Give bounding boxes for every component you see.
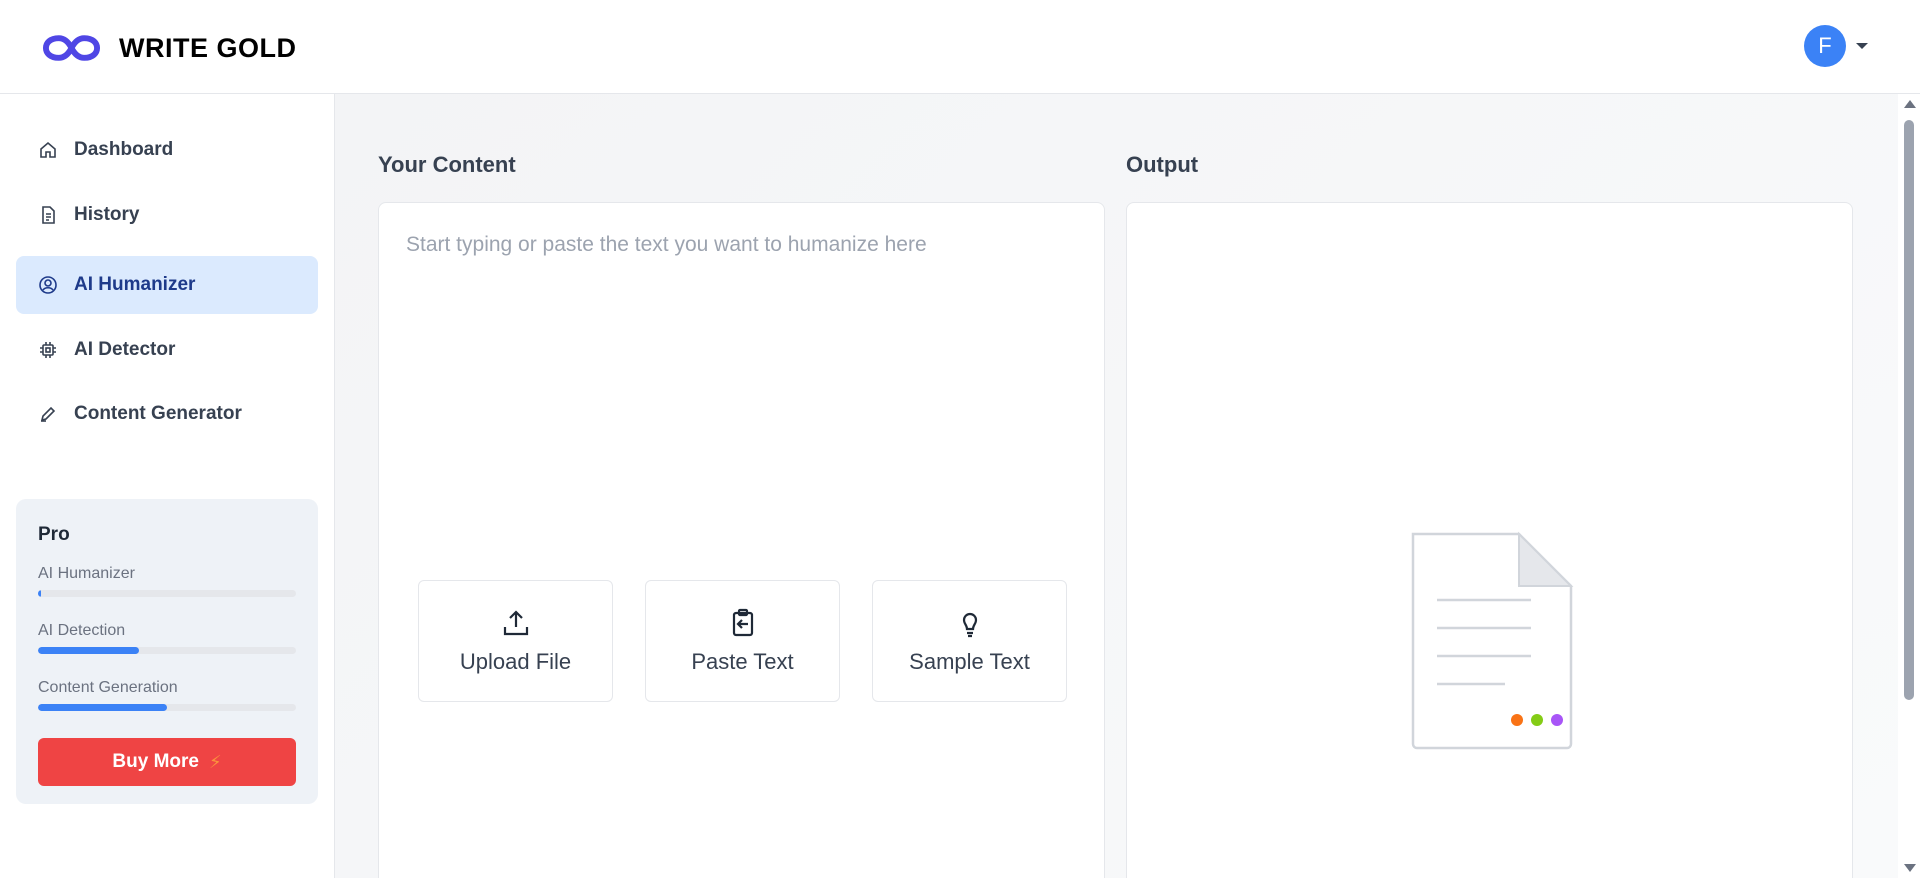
user-menu[interactable]: F [1804,25,1868,67]
lightning-icon: ⚡ [208,751,222,772]
scroll-thumb[interactable] [1904,120,1914,700]
usage-label: AI Humanizer [38,565,135,582]
upload-icon [503,610,528,636]
document-illustration-icon [1411,531,1574,750]
usage-progress-fill [38,590,41,597]
avatar[interactable]: F [1804,25,1846,67]
sidebar-item-content-generator[interactable]: Content Generator [16,385,318,443]
output-panel [1126,202,1853,878]
sidebar-item-label: AI Humanizer [74,274,196,295]
usage-progress-bar [38,590,296,597]
usage-label: AI Detection [38,622,126,639]
content-textarea-placeholder[interactable]: Start typing or paste the text you want … [406,233,927,257]
sidebar-item-history[interactable]: History [16,186,318,244]
scroll-up-icon[interactable] [1904,100,1916,108]
upload-file-button[interactable]: Upload File [418,580,613,702]
usage-progress-bar [38,704,296,711]
main-content: Your Content Output Start typing or past… [335,94,1898,878]
sidebar-item-label: History [74,204,140,225]
usage-label: Content Generation [38,679,178,696]
sidebar-item-label: AI Detector [74,339,176,360]
sidebar-item-dashboard[interactable]: Dashboard [16,121,318,179]
sidebar-item-label: Content Generator [74,403,242,424]
scroll-down-icon[interactable] [1904,864,1916,872]
user-circle-icon [38,275,58,295]
sidebar-item-ai-detector[interactable]: AI Detector [16,321,318,379]
plan-title: Pro [38,524,70,545]
action-label: Upload File [459,649,572,674]
plan-card: Pro AI Humanizer AI Detection Content Ge… [16,499,318,804]
status-dot [1511,714,1523,726]
sample-text-button[interactable]: Sample Text [872,580,1067,702]
action-label: Sample Text [909,649,1030,674]
sidebar-item-label: Dashboard [74,139,174,160]
page-scrollbar[interactable] [1898,94,1920,878]
output-section-title: Output [1126,152,1199,177]
brand-name: WRITE GOLD [119,32,297,63]
status-dot [1551,714,1563,726]
chip-icon [38,340,58,360]
clipboard-icon [732,608,753,637]
sidebar: Dashboard History AI Humanizer AI Detect… [0,94,335,878]
brand-logo[interactable]: WRITE GOLD [42,30,296,66]
usage-progress-fill [38,704,167,711]
lightbulb-icon [962,612,977,638]
usage-progress-bar [38,647,296,654]
buy-more-button[interactable]: Buy More ⚡ [38,738,296,786]
home-icon [38,140,58,160]
usage-progress-fill [38,647,139,654]
infinity-logo-icon [42,35,101,61]
paste-text-button[interactable]: Paste Text [645,580,840,702]
content-input-panel[interactable]: Start typing or paste the text you want … [378,202,1105,878]
content-section-title: Your Content [378,152,516,177]
chevron-down-icon[interactable] [1856,43,1868,49]
status-dot [1531,714,1543,726]
action-label: Paste Text [691,649,794,674]
sidebar-item-ai-humanizer[interactable]: AI Humanizer [16,256,318,314]
top-bar: WRITE GOLD F [0,0,1920,94]
document-icon [38,205,58,225]
pencil-icon [38,404,58,424]
buy-more-label: Buy More [112,751,199,772]
